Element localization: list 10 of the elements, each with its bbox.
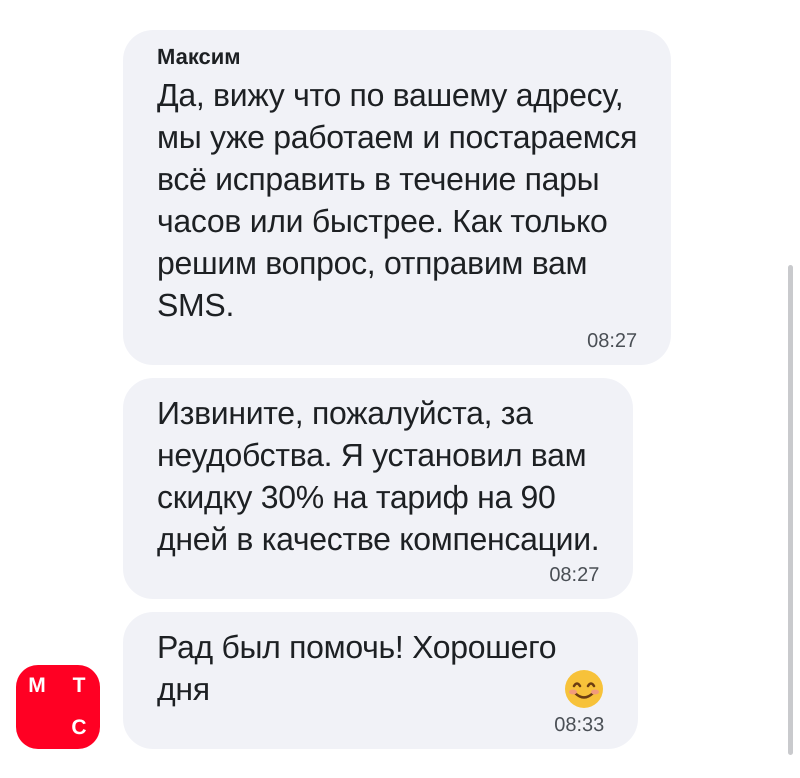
brand-logo: М Т С [16, 665, 100, 749]
message-time: 08:27 [587, 330, 638, 353]
sender-name: Максим [157, 44, 242, 70]
message-text: Рад был помочь! Хорошего дня [157, 628, 556, 709]
message-text: Да, вижу что по вашему адресу, мы уже работаем и постараемся всё исправить в течение пары часов или быстрее. Как только решим вопрос, отправим вам SMS. [157, 76, 638, 325]
message-time: 08:27 [549, 564, 600, 587]
scroll-bar[interactable] [788, 265, 793, 755]
smiley-icon [564, 669, 604, 709]
message-text: Извините, пожалуйста, за неудобства. Я установил вам скидку 30% на тариф на 90 дней в качестве компенсации. [157, 394, 600, 559]
message-time: 08:33 [554, 714, 604, 737]
